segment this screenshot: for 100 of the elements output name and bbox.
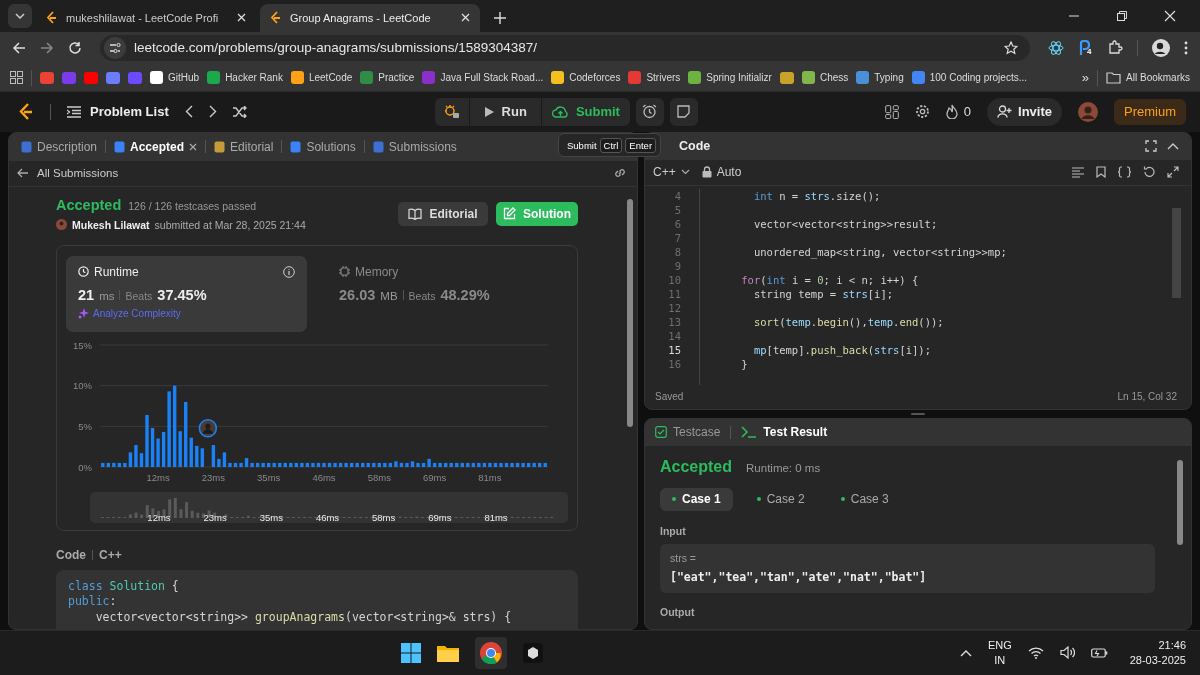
bar[interactable] — [217, 458, 221, 467]
bar[interactable] — [477, 462, 481, 467]
bar[interactable] — [344, 462, 348, 467]
bar[interactable] — [172, 385, 177, 467]
bar[interactable] — [488, 462, 492, 467]
bar[interactable] — [449, 462, 453, 467]
bar[interactable] — [195, 445, 199, 467]
bar[interactable] — [106, 462, 110, 467]
avatar-marker[interactable] — [198, 418, 218, 438]
bookmark-link[interactable]: Codeforces — [551, 71, 621, 85]
bar[interactable] — [355, 462, 359, 467]
bar[interactable] — [184, 401, 188, 467]
bar[interactable] — [338, 462, 343, 467]
layout-icon[interactable] — [884, 104, 899, 119]
invite-button[interactable]: Invite — [987, 97, 1062, 126]
bar[interactable] — [372, 462, 376, 467]
bar[interactable] — [538, 462, 542, 467]
puzzle-icon[interactable] — [1108, 40, 1123, 56]
bookmark-star-icon[interactable] — [1004, 40, 1018, 55]
streak-counter[interactable]: 0 — [945, 104, 971, 120]
tab-search-button[interactable] — [8, 3, 32, 28]
browser-tab[interactable]: mukeshlilawat - LeetCode Profi — [36, 3, 256, 32]
bar[interactable] — [327, 462, 332, 467]
bookmark-link[interactable]: Spring Initializr — [688, 71, 772, 85]
notes-button[interactable] — [669, 97, 698, 126]
problem-list-button[interactable]: Problem List — [67, 104, 169, 120]
bar[interactable] — [361, 462, 365, 467]
panel-tab[interactable]: Submissions — [370, 139, 459, 154]
more-bookmarks-button[interactable]: » — [1081, 70, 1090, 86]
battery-icon[interactable] — [1090, 646, 1108, 659]
bar[interactable] — [410, 460, 415, 467]
all-bookmarks-link[interactable]: All Bookmarks — [1106, 71, 1190, 84]
atom-icon[interactable] — [1048, 39, 1064, 56]
panel-tab[interactable]: Accepted — [112, 139, 200, 154]
case-tab[interactable]: Case 1 — [660, 487, 733, 511]
bar[interactable] — [510, 462, 514, 467]
panel-tab[interactable]: Testcase — [655, 425, 721, 439]
bar[interactable] — [432, 462, 437, 467]
bar[interactable] — [366, 462, 370, 467]
case-tab[interactable]: Case 3 — [828, 487, 901, 511]
range-selector[interactable]: 12ms 23ms 35ms 46ms 58ms 69ms 81ms — [90, 491, 568, 523]
run-button[interactable]: Run — [469, 97, 541, 126]
bar[interactable] — [117, 462, 122, 467]
stat-card[interactable]: Runtime 21 ms Beats 37.45% Analyze Complexity — [66, 255, 307, 332]
bar[interactable] — [466, 462, 470, 467]
bar[interactable] — [300, 462, 304, 467]
expand-icon[interactable] — [1167, 166, 1179, 178]
next-icon[interactable] — [208, 105, 217, 119]
bar[interactable] — [255, 462, 260, 467]
format-icon[interactable] — [1072, 166, 1084, 178]
bar[interactable] — [305, 462, 310, 467]
braces-icon[interactable] — [1118, 166, 1131, 178]
bar[interactable] — [504, 462, 509, 467]
bar[interactable] — [283, 462, 287, 467]
language-dropdown[interactable]: C++ — [653, 165, 690, 179]
bar[interactable] — [349, 462, 354, 467]
bar[interactable] — [289, 462, 293, 467]
bookmark-link[interactable]: Hacker Rank — [207, 71, 283, 85]
previous-icon[interactable] — [184, 105, 193, 119]
panel-tab[interactable]: Description — [19, 139, 100, 154]
clock[interactable]: 21:46 28-03-2025 — [1129, 637, 1186, 668]
back-icon[interactable] — [12, 40, 26, 55]
maximize-icon[interactable] — [1145, 140, 1157, 152]
bookmark-link[interactable]: Typing — [856, 71, 904, 85]
bar[interactable] — [156, 438, 160, 467]
user-avatar[interactable] — [1078, 101, 1098, 122]
bar[interactable] — [499, 462, 503, 467]
bar[interactable] — [161, 431, 166, 467]
bar[interactable] — [521, 462, 525, 467]
bar[interactable] — [278, 462, 282, 467]
bar[interactable] — [427, 458, 431, 467]
taskbar-button[interactable] — [474, 636, 507, 669]
editorial-button[interactable]: Editorial — [398, 201, 488, 226]
submit-button[interactable]: Submit — [541, 97, 630, 126]
bar[interactable] — [444, 462, 448, 467]
bar[interactable] — [377, 462, 381, 467]
bar[interactable] — [211, 444, 216, 467]
bar[interactable] — [460, 462, 464, 467]
panel-tab[interactable]: Test Result — [741, 425, 828, 439]
collapse-icon[interactable] — [1167, 142, 1179, 150]
leetcode-logo[interactable] — [18, 102, 34, 121]
bar[interactable] — [233, 462, 238, 467]
address-bar[interactable]: leetcode.com/problems/group-anagrams/submissions/1589304387/ — [100, 34, 1030, 61]
folder-icon[interactable] — [436, 643, 459, 662]
caret-icon[interactable] — [15, 12, 25, 19]
bar[interactable] — [421, 462, 426, 467]
timer-button[interactable] — [635, 97, 664, 126]
browser-tab[interactable]: Group Anagrams - LeetCode — [260, 3, 480, 32]
bar[interactable] — [294, 462, 299, 467]
bar[interactable] — [438, 462, 442, 467]
extension-icon[interactable] — [1078, 39, 1092, 56]
bookmark-link[interactable]: 100 Coding projects... — [911, 71, 1027, 85]
bar[interactable] — [112, 462, 116, 467]
stat-card[interactable]: Memory 26.03 MB Beats 48.29% — [327, 255, 568, 332]
panel-tab[interactable]: Editorial — [212, 139, 276, 154]
info-icon[interactable] — [283, 265, 295, 278]
bookmark-icon[interactable] — [106, 70, 120, 85]
forward-icon[interactable] — [40, 40, 54, 55]
bar[interactable] — [526, 462, 531, 467]
reload-icon[interactable] — [68, 40, 82, 55]
